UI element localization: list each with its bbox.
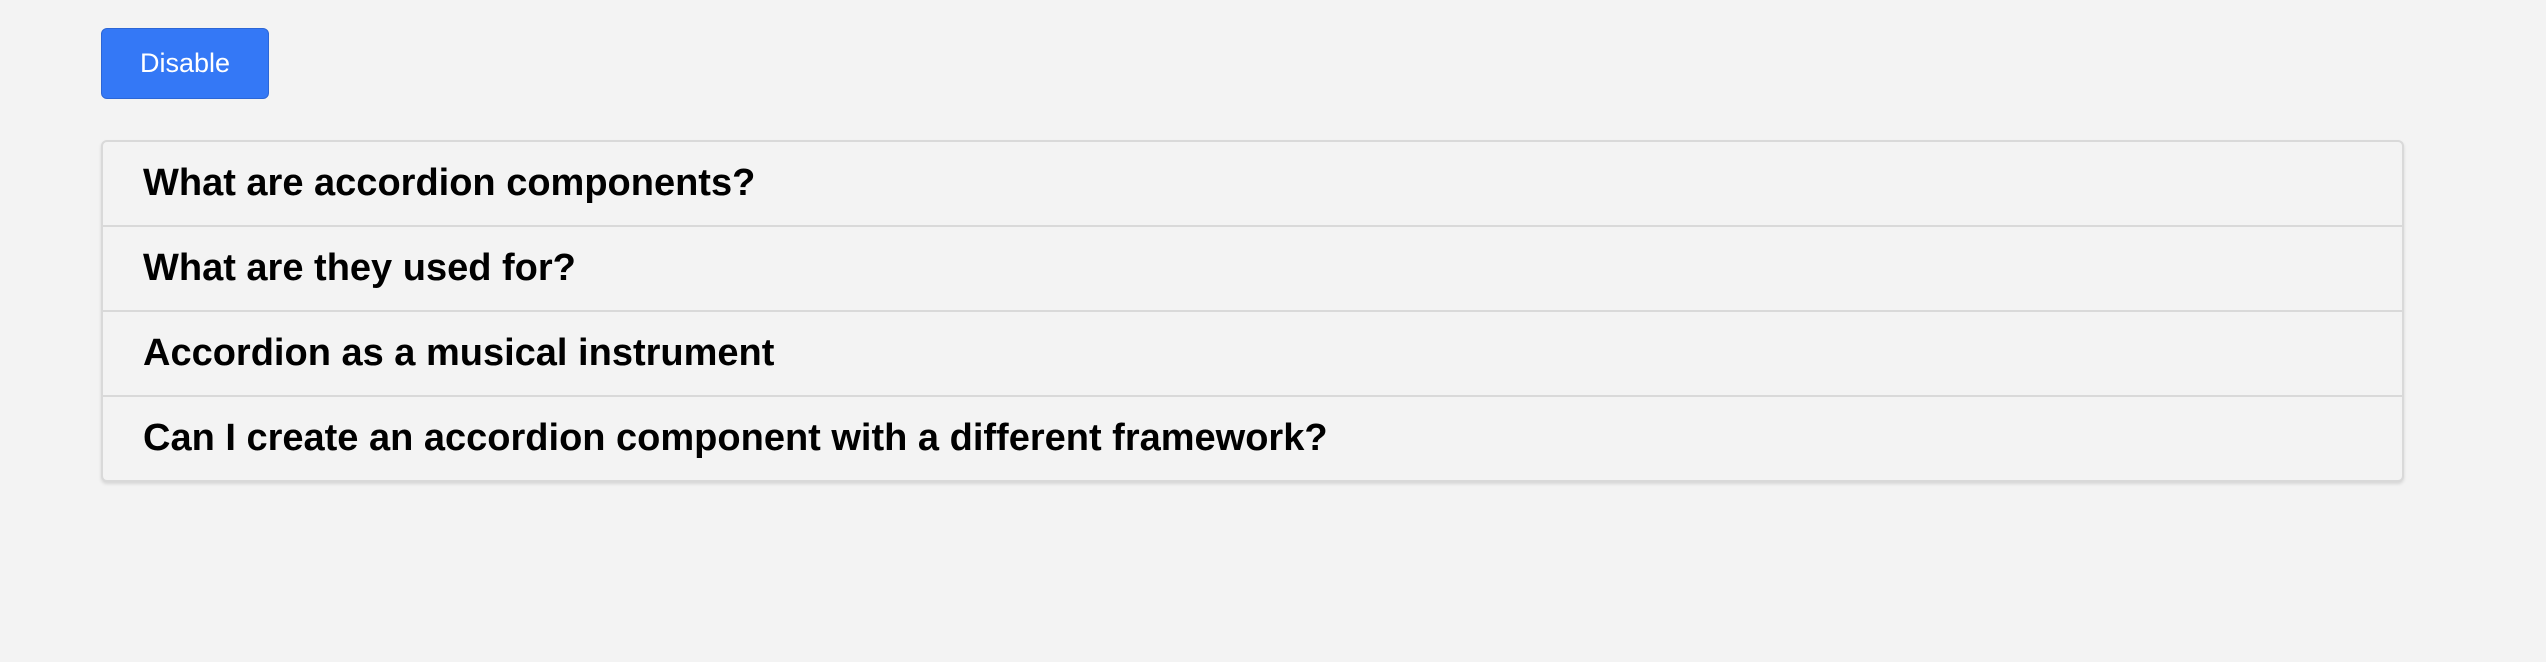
accordion-item-title: Can I create an accordion component with…: [143, 417, 1328, 459]
accordion-item-title: What are they used for?: [143, 247, 576, 289]
page: Disable What are accordion components? W…: [0, 0, 2546, 662]
accordion-item-title: What are accordion components?: [143, 162, 756, 204]
accordion-item-accordion-components[interactable]: What are accordion components?: [103, 142, 2402, 227]
accordion-item-title: Accordion as a musical instrument: [143, 332, 775, 374]
accordion-item-different-framework[interactable]: Can I create an accordion component with…: [103, 397, 2402, 480]
accordion: What are accordion components? What are …: [101, 140, 2404, 482]
accordion-item-musical-instrument[interactable]: Accordion as a musical instrument: [103, 312, 2402, 397]
disable-button[interactable]: Disable: [101, 28, 269, 99]
accordion-item-used-for[interactable]: What are they used for?: [103, 227, 2402, 312]
